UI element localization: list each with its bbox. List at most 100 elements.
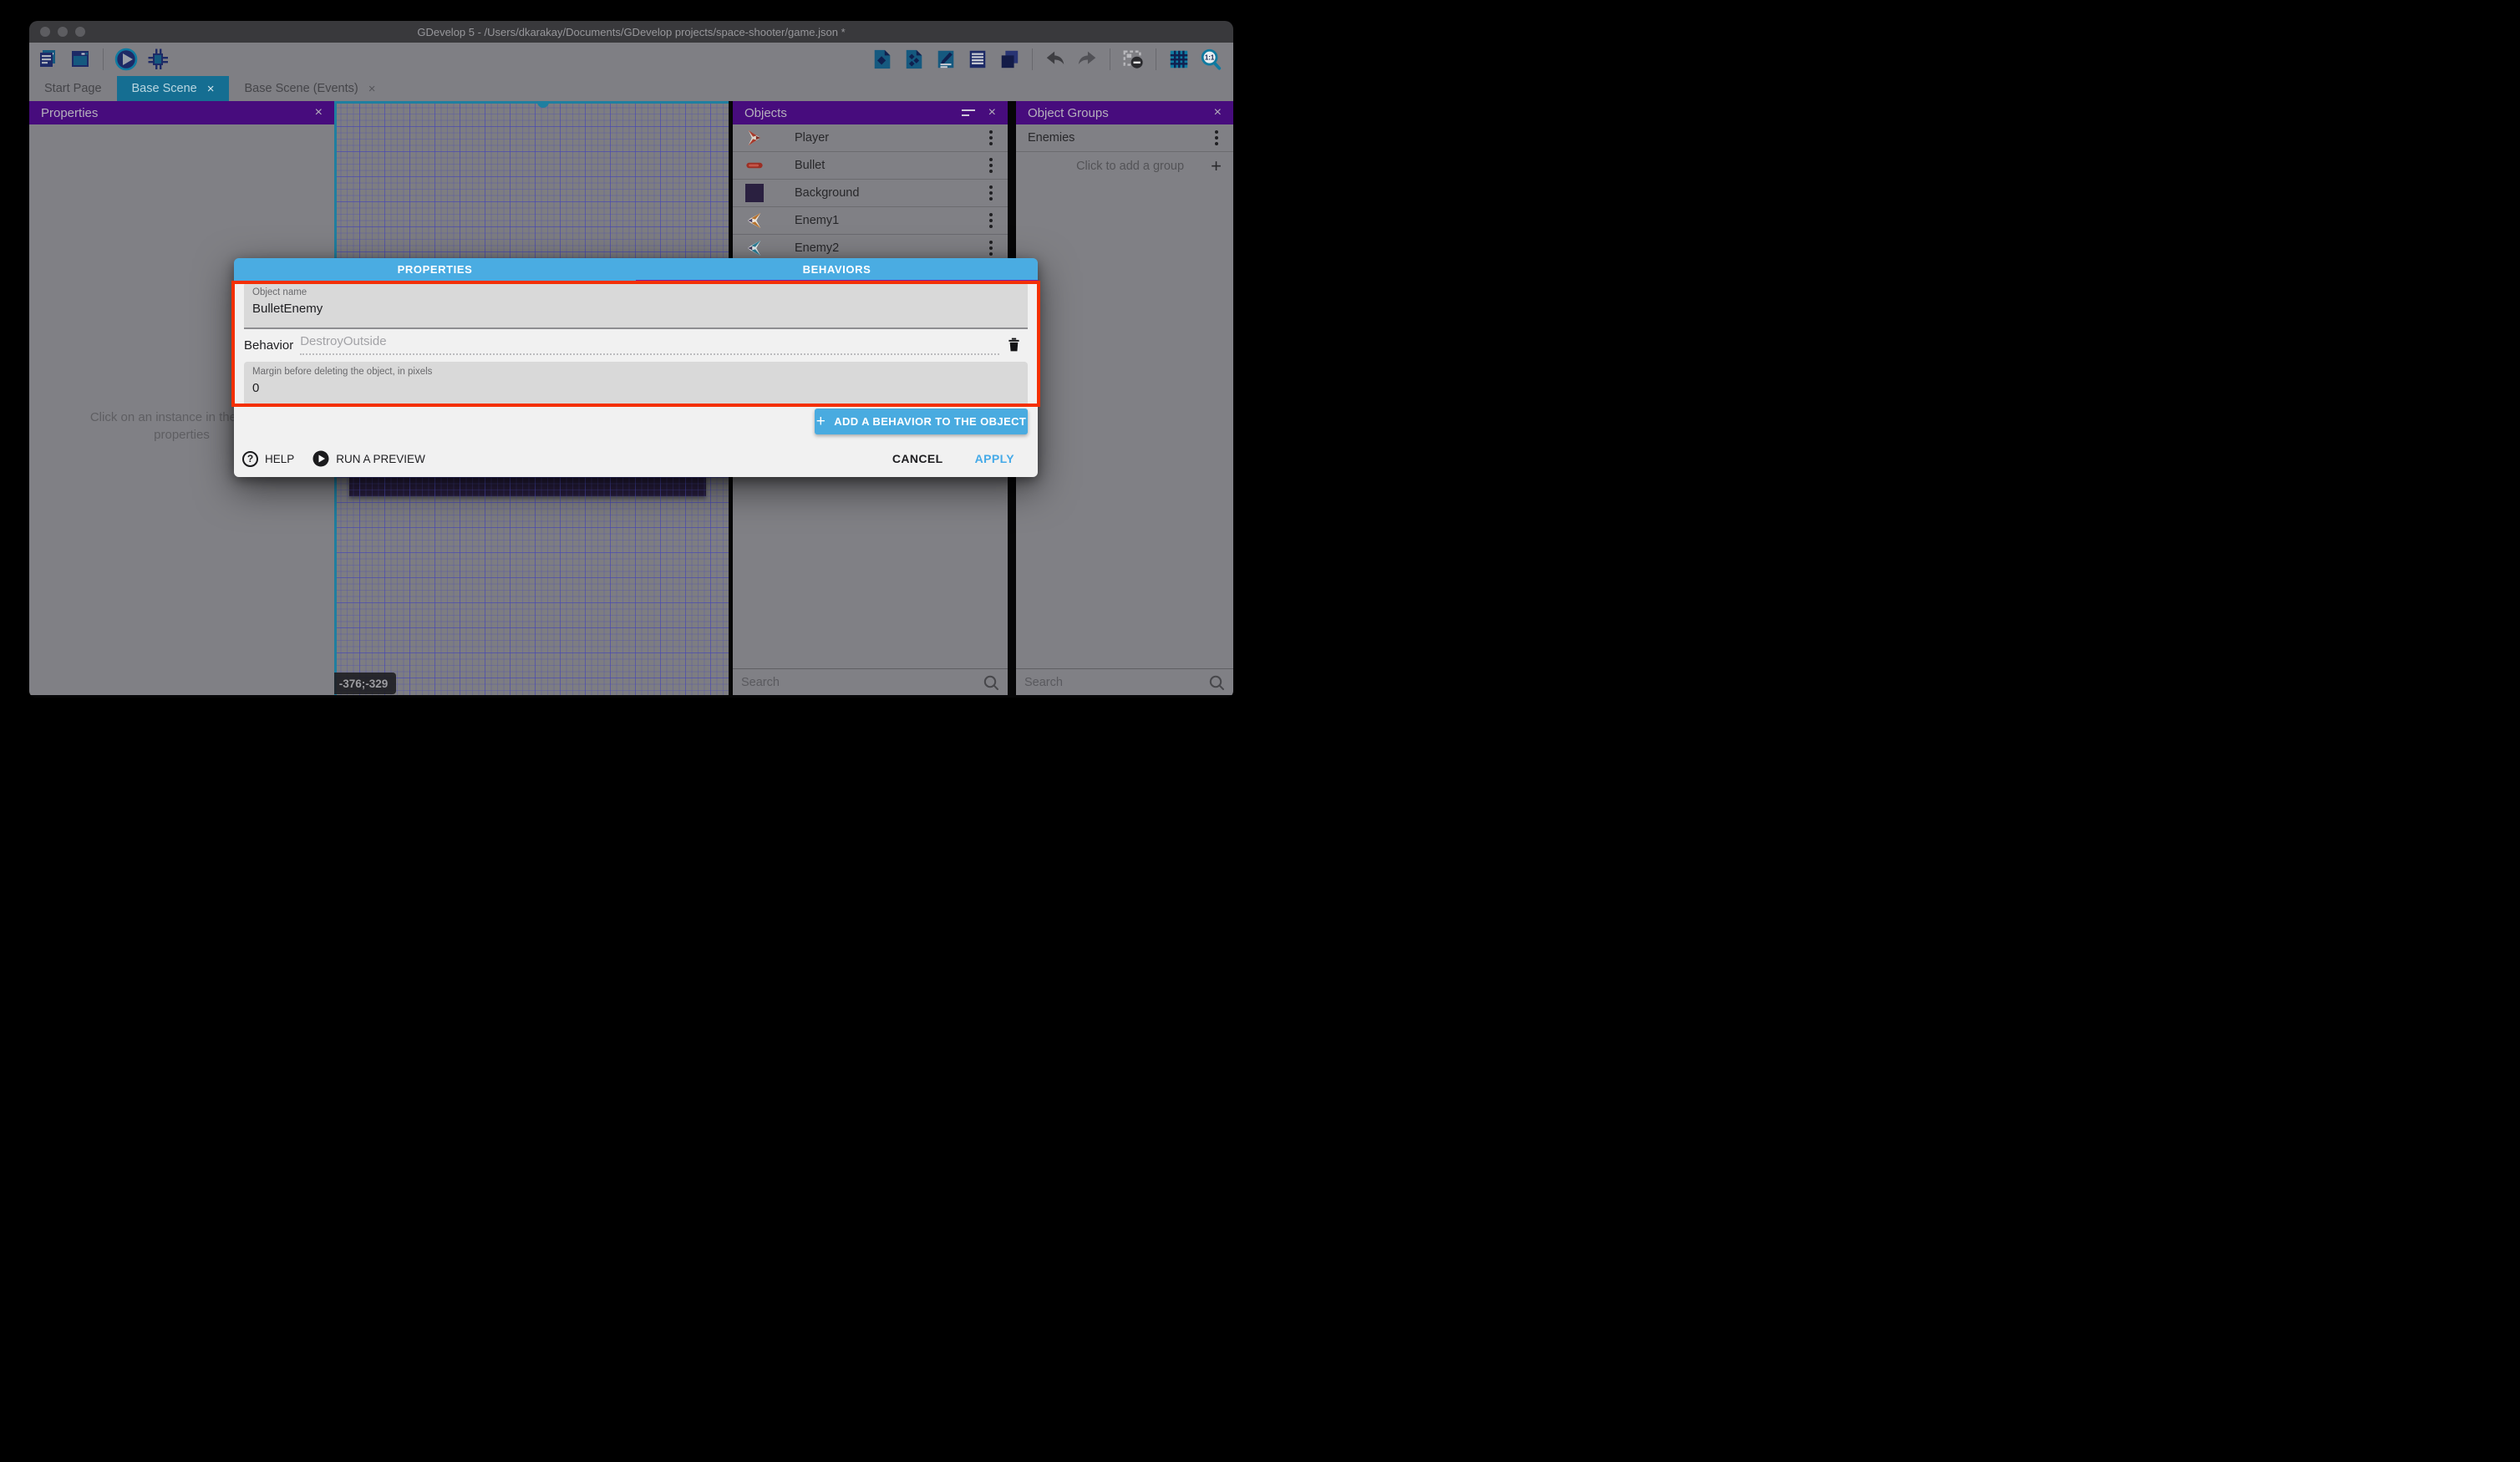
margin-field[interactable]: Margin before deleting the object, in pi… bbox=[244, 362, 1028, 405]
filter-icon[interactable] bbox=[962, 109, 975, 117]
object-name: Bullet bbox=[795, 159, 825, 172]
kebab-menu-icon[interactable] bbox=[986, 127, 996, 149]
tab-label: Base Scene (Events) bbox=[244, 82, 358, 95]
close-icon[interactable]: × bbox=[988, 105, 996, 120]
objects-panel-header: Objects × bbox=[733, 101, 1008, 124]
add-group-label: Click to add a group bbox=[1028, 160, 1211, 173]
object-name-field[interactable]: Object name BulletEnemy bbox=[244, 282, 1028, 329]
close-icon[interactable]: × bbox=[207, 83, 215, 95]
kebab-menu-icon[interactable] bbox=[1212, 127, 1222, 149]
zoom-100-icon[interactable]: 1:1 bbox=[1198, 46, 1223, 73]
tab-base-scene-events[interactable]: Base Scene (Events) × bbox=[229, 76, 390, 101]
object-row-player[interactable]: Player bbox=[733, 124, 1008, 152]
margin-label: Margin before deleting the object, in pi… bbox=[252, 367, 1019, 377]
layers-panel-icon[interactable] bbox=[997, 46, 1022, 73]
trash-icon bbox=[1005, 336, 1023, 353]
objects-search-bar bbox=[733, 668, 1008, 695]
objects-search-input[interactable] bbox=[741, 676, 983, 689]
object-name-value: BulletEnemy bbox=[252, 302, 1019, 316]
object-groups-panel-header: Object Groups × bbox=[1016, 101, 1233, 124]
help-button[interactable]: ? HELP bbox=[242, 451, 294, 467]
kebab-menu-icon[interactable] bbox=[986, 182, 996, 204]
object-row-background[interactable]: Background bbox=[733, 180, 1008, 207]
close-window-button[interactable] bbox=[40, 27, 50, 37]
plus-icon[interactable]: + bbox=[1211, 157, 1222, 175]
svg-text:1:1: 1:1 bbox=[1205, 54, 1215, 62]
dialog-body: Object name BulletEnemy Behavior Destroy… bbox=[234, 281, 1038, 477]
kebab-menu-icon[interactable] bbox=[986, 237, 996, 259]
close-icon[interactable]: × bbox=[315, 105, 323, 120]
tab-start-page[interactable]: Start Page bbox=[29, 76, 117, 101]
minimize-window-button[interactable] bbox=[58, 27, 68, 37]
add-behavior-button[interactable]: + ADD A BEHAVIOR TO THE OBJECT bbox=[815, 409, 1028, 434]
redo-icon[interactable] bbox=[1075, 46, 1100, 73]
dialog-tab-properties[interactable]: PROPERTIES bbox=[234, 258, 636, 281]
preview-play-icon bbox=[312, 450, 329, 467]
player-object-icon bbox=[744, 128, 765, 148]
tab-bar: Start Page Base Scene × Base Scene (Even… bbox=[29, 76, 1233, 101]
properties-panel-icon[interactable] bbox=[933, 46, 958, 73]
run-preview-label: RUN A PREVIEW bbox=[336, 453, 425, 465]
behavior-name-placeholder: DestroyOutside bbox=[300, 334, 386, 348]
layers-panel-glyph bbox=[998, 48, 1020, 70]
selection-resize-handle[interactable] bbox=[537, 101, 549, 108]
object-row-enemy1[interactable]: Enemy1 bbox=[733, 207, 1008, 235]
objects-panel-icon[interactable] bbox=[870, 46, 895, 73]
object-row-bullet[interactable]: Bullet bbox=[733, 152, 1008, 180]
groups-search-input[interactable] bbox=[1024, 676, 1208, 689]
behavior-name-input[interactable]: DestroyOutside bbox=[300, 334, 999, 355]
project-manager-glyph bbox=[37, 48, 60, 71]
apply-button[interactable]: APPLY bbox=[975, 452, 1014, 465]
app-window: GDevelop 5 - /Users/dkarakay/Documents/G… bbox=[29, 21, 1233, 698]
group-row-enemies[interactable]: Enemies bbox=[1016, 124, 1233, 152]
object-groups-panel-icon[interactable] bbox=[902, 46, 927, 73]
add-group-row[interactable]: Click to add a group + bbox=[1016, 152, 1233, 180]
dialog-tab-behaviors[interactable]: BEHAVIORS bbox=[636, 258, 1038, 281]
properties-panel-glyph bbox=[935, 48, 957, 70]
tab-base-scene[interactable]: Base Scene × bbox=[117, 76, 230, 101]
help-label: HELP bbox=[265, 453, 294, 465]
play-icon[interactable] bbox=[114, 46, 139, 73]
groups-search-bar bbox=[1016, 668, 1233, 695]
kebab-menu-icon[interactable] bbox=[986, 210, 996, 231]
behavior-row: Behavior DestroyOutside bbox=[234, 329, 1038, 361]
cursor-coordinates-badge: -376;-329 bbox=[334, 673, 396, 694]
group-name: Enemies bbox=[1028, 131, 1075, 145]
toolbar-separator bbox=[1032, 48, 1033, 70]
object-name: Enemy2 bbox=[795, 241, 839, 255]
object-name: Background bbox=[795, 186, 859, 200]
search-icon bbox=[1208, 674, 1225, 691]
undo-icon[interactable] bbox=[1043, 46, 1068, 73]
screenshot-root: GDevelop 5 - /Users/dkarakay/Documents/G… bbox=[0, 0, 1260, 731]
add-behavior-label: ADD A BEHAVIOR TO THE OBJECT bbox=[834, 415, 1026, 428]
panel-title: Properties bbox=[41, 106, 98, 120]
kebab-menu-icon[interactable] bbox=[986, 155, 996, 176]
properties-panel-header: Properties × bbox=[29, 101, 334, 124]
dialog-actions: ? HELP RUN A PREVIEW CANCEL APPLY bbox=[234, 446, 1038, 471]
titlebar: GDevelop 5 - /Users/dkarakay/Documents/G… bbox=[29, 21, 1233, 43]
object-groups-panel-glyph bbox=[903, 48, 925, 70]
toggle-grid-icon[interactable] bbox=[1166, 46, 1191, 73]
toolbar-separator bbox=[103, 48, 104, 70]
help-icon: ? bbox=[242, 451, 258, 467]
window-glyph bbox=[69, 48, 92, 71]
cancel-button[interactable]: CANCEL bbox=[892, 452, 943, 465]
run-preview-button[interactable]: RUN A PREVIEW bbox=[312, 450, 425, 467]
instances-list-panel-icon[interactable] bbox=[965, 46, 990, 73]
toolbar-left-group bbox=[36, 43, 170, 76]
bullet-object-icon bbox=[744, 155, 765, 175]
objects-panel-glyph bbox=[871, 48, 893, 70]
close-icon[interactable]: × bbox=[1214, 105, 1222, 120]
close-icon[interactable]: × bbox=[368, 83, 376, 95]
window-icon[interactable] bbox=[68, 46, 93, 73]
debug-icon[interactable] bbox=[145, 46, 170, 73]
toggle-grid-glyph bbox=[1168, 48, 1190, 70]
zoom-window-button[interactable] bbox=[75, 27, 85, 37]
object-name: Enemy1 bbox=[795, 214, 839, 227]
delete-behavior-button[interactable] bbox=[1005, 336, 1023, 356]
toggle-mask-icon[interactable] bbox=[1120, 46, 1146, 73]
play-glyph bbox=[114, 47, 139, 72]
project-manager-icon[interactable] bbox=[36, 46, 61, 73]
margin-value: 0 bbox=[252, 381, 1019, 395]
dialog-confirm-buttons: CANCEL APPLY bbox=[892, 452, 1014, 465]
